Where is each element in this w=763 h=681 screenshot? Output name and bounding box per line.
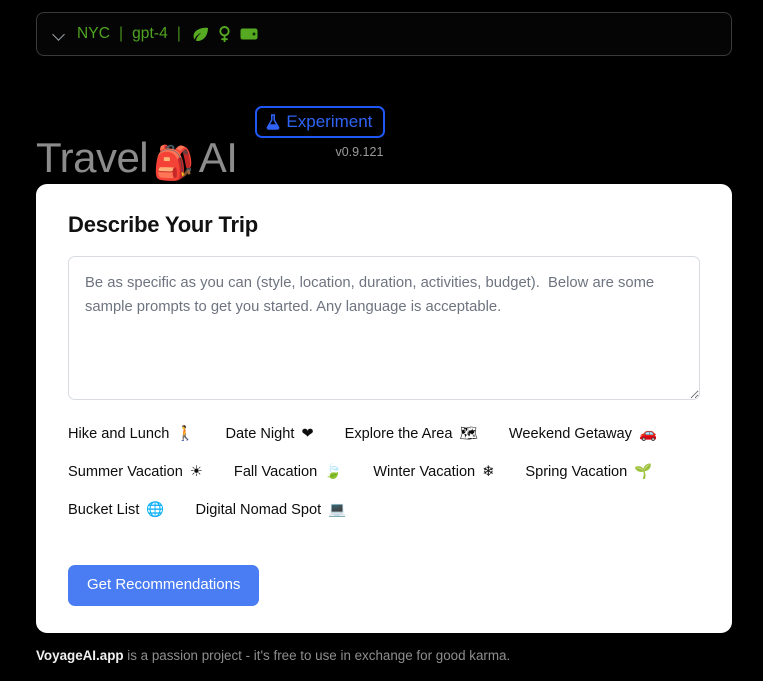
context-model: gpt-4 [132, 25, 168, 42]
cta-container: Get Recommendations [68, 565, 700, 606]
describe-trip-card: Describe Your Trip Hike and Lunch 🚶 Date… [36, 184, 732, 633]
sample-prompt-label: Bucket List [68, 502, 140, 518]
sample-prompts: Hike and Lunch 🚶 Date Night ❤ Explore th… [68, 426, 700, 518]
trip-description-input[interactable] [68, 256, 700, 400]
experiment-badge-label: Experiment [286, 112, 373, 131]
footer: VoyageAI.app is a passion project - it's… [36, 648, 510, 663]
card-heading: Describe Your Trip [68, 212, 258, 237]
flask-icon [266, 113, 280, 130]
sample-prompt-bucket-list[interactable]: Bucket List 🌐 [68, 502, 164, 518]
venus-icon[interactable] [218, 25, 231, 43]
sample-prompt-label: Digital Nomad Spot [195, 502, 322, 518]
sample-prompt-label: Hike and Lunch [68, 426, 170, 442]
globe-icon: 🌐 [146, 501, 165, 518]
page-title-text-2: AI [198, 134, 238, 182]
snowflake-icon: ❄ [482, 463, 495, 480]
context-icon-group [192, 25, 258, 43]
get-recommendations-button[interactable]: Get Recommendations [68, 565, 260, 606]
sample-prompt-label: Explore the Area [344, 426, 453, 442]
footer-text: is a passion project - it's free to use … [123, 648, 511, 663]
hiker-icon: 🚶 [176, 425, 195, 442]
map-icon: 🗺 [459, 425, 478, 442]
sample-prompt-label: Fall Vacation [233, 464, 318, 480]
sample-prompt-date-night[interactable]: Date Night ❤ [225, 426, 313, 442]
sample-prompt-fall-vacation[interactable]: Fall Vacation 🍃 [234, 464, 342, 480]
sample-prompt-label: Summer Vacation [68, 464, 183, 480]
page-title: Travel 🎒 AI [36, 132, 238, 189]
car-icon: 🚗 [638, 425, 658, 442]
sample-prompt-weekend-getaway[interactable]: Weekend Getaway 🚗 [509, 426, 657, 442]
sample-prompt-explore-the-area[interactable]: Explore the Area 🗺 [345, 426, 478, 442]
sample-prompt-label: Date Night [225, 426, 295, 442]
footer-brand[interactable]: VoyageAI.app [36, 648, 124, 663]
version-label: v0.9.121 [335, 145, 384, 159]
context-bar[interactable]: NYC | gpt-4 | [36, 12, 732, 56]
chevron-down-icon[interactable] [53, 28, 66, 41]
seedling-icon: 🌱 [634, 463, 653, 480]
sample-prompt-row: Summer Vacation ☀ Fall Vacation 🍃 Winter… [68, 464, 700, 480]
sample-prompt-spring-vacation[interactable]: Spring Vacation 🌱 [525, 464, 652, 480]
leaf-icon[interactable] [192, 27, 209, 42]
context-separator-2: | [176, 25, 181, 42]
sample-prompt-label: Spring Vacation [525, 464, 628, 480]
sample-prompt-label: Winter Vacation [373, 464, 476, 480]
sample-prompt-label: Weekend Getaway [508, 426, 632, 442]
sample-prompt-summer-vacation[interactable]: Summer Vacation ☀ [68, 464, 203, 480]
sample-prompt-winter-vacation[interactable]: Winter Vacation ❄ [373, 464, 494, 480]
sample-prompt-row: Bucket List 🌐 Digital Nomad Spot 💻 [68, 502, 700, 518]
context-location: NYC [77, 25, 111, 42]
page-title-text-1: Travel [36, 134, 149, 182]
laptop-icon: 💻 [328, 501, 347, 518]
wallet-icon[interactable] [240, 27, 258, 41]
leaf-icon: 🍃 [324, 463, 343, 480]
heart-icon: ❤ [301, 425, 314, 442]
sample-prompt-row: Hike and Lunch 🚶 Date Night ❤ Explore th… [68, 426, 700, 442]
experiment-badge[interactable]: Experiment [255, 106, 386, 138]
badge-column: Experiment v0.9.121 [255, 106, 386, 159]
sun-icon: ☀ [189, 463, 203, 480]
sample-prompt-digital-nomad-spot[interactable]: Digital Nomad Spot 💻 [195, 502, 346, 518]
sample-prompt-hike-and-lunch[interactable]: Hike and Lunch 🚶 [68, 426, 194, 442]
context-separator-1: | [119, 25, 124, 42]
backpack-icon: 🎒 [153, 144, 194, 182]
